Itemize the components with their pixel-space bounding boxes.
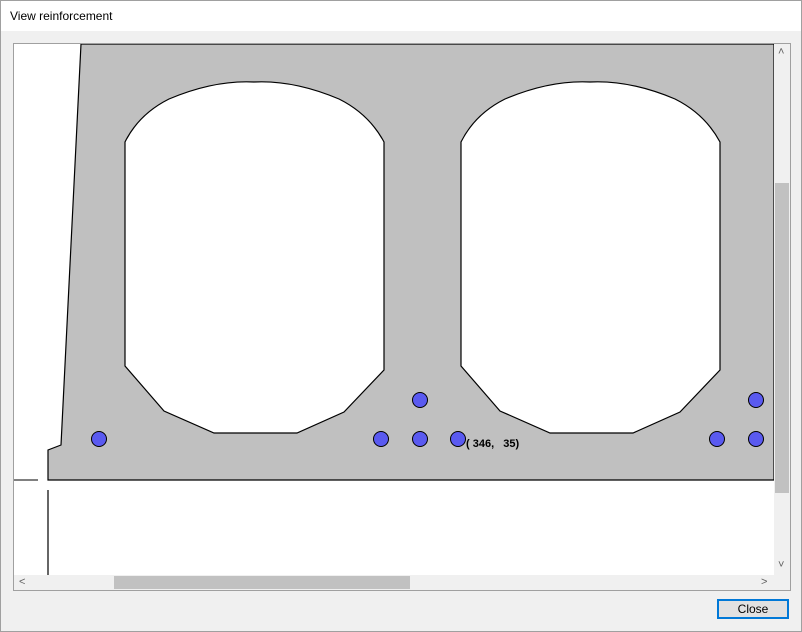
scroll-left-icon[interactable]: <	[19, 577, 25, 588]
rebar[interactable]	[748, 431, 764, 447]
section-drawing: ( 346, 35)	[14, 44, 774, 575]
rebar[interactable]	[412, 431, 428, 447]
scroll-corner	[774, 575, 790, 590]
rebar[interactable]	[709, 431, 725, 447]
rebar[interactable]	[412, 392, 428, 408]
rebar[interactable]	[373, 431, 389, 447]
vertical-scroll-thumb[interactable]	[775, 183, 789, 493]
title-bar: View reinforcement	[1, 1, 801, 31]
view-reinforcement-window: View reinforcement ( 346, 35) ˄ ˅ < > Cl…	[0, 0, 802, 632]
void-left	[124, 81, 385, 434]
rebar[interactable]	[748, 392, 764, 408]
horizontal-scroll-thumb[interactable]	[114, 576, 410, 589]
scroll-right-icon[interactable]: >	[761, 577, 767, 588]
void-right	[460, 81, 721, 434]
horizontal-scrollbar[interactable]: < >	[14, 575, 774, 590]
close-button[interactable]: Close	[717, 599, 789, 619]
window-title: View reinforcement	[10, 9, 113, 23]
scroll-down-icon[interactable]: ˅	[778, 560, 784, 571]
vertical-scrollbar[interactable]: ˄ ˅	[774, 44, 790, 575]
rebar[interactable]	[91, 431, 107, 447]
drawing-viewport[interactable]: ( 346, 35) ˄ ˅ < >	[13, 43, 791, 591]
scroll-up-icon[interactable]: ˄	[778, 47, 784, 58]
rebar[interactable]	[450, 431, 466, 447]
coordinate-readout: ( 346, 35)	[466, 438, 520, 450]
